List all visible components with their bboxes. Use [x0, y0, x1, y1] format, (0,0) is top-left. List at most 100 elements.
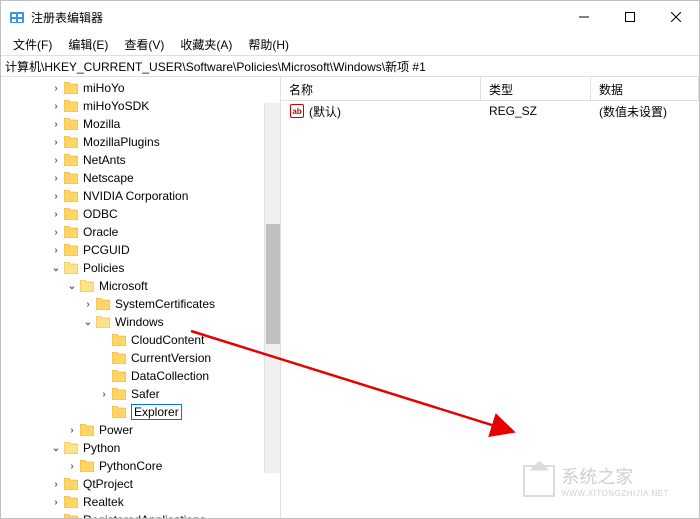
chevron-icon[interactable] [49, 101, 63, 112]
chevron-icon[interactable] [49, 245, 63, 256]
chevron-icon[interactable] [65, 281, 79, 292]
tree-item-label: Power [99, 423, 133, 437]
tree-item-explorer[interactable]: Explorer [1, 403, 280, 421]
tree-item-label: Windows [115, 315, 164, 329]
folder-icon [63, 513, 79, 518]
chevron-icon[interactable] [49, 137, 63, 148]
chevron-icon[interactable] [49, 209, 63, 220]
folder-icon [63, 225, 79, 239]
chevron-icon[interactable] [49, 479, 63, 490]
tree-item-netscape[interactable]: Netscape [1, 169, 280, 187]
tree-item-oracle[interactable]: Oracle [1, 223, 280, 241]
tree-item-netants[interactable]: NetAnts [1, 151, 280, 169]
list-row[interactable]: ab(默认)REG_SZ(数值未设置) [281, 101, 699, 121]
cell-type: REG_SZ [481, 103, 591, 119]
tree-item-label: CurrentVersion [131, 351, 211, 365]
tree-item-python[interactable]: Python [1, 439, 280, 457]
tree-item-label: Microsoft [99, 279, 148, 293]
tree-item-label: miHoYo [83, 81, 125, 95]
tree-item-label: PythonCore [99, 459, 162, 473]
folder-icon [63, 207, 79, 221]
addressbar[interactable]: 计算机\HKEY_CURRENT_USER\Software\Policies\… [1, 55, 699, 77]
tree-pane[interactable]: miHoYo miHoYoSDK MozillaMozillaPlugins NetA… [1, 77, 281, 518]
scroll-thumb[interactable] [266, 224, 280, 344]
menu-help[interactable]: 帮助(H) [240, 34, 297, 55]
addressbar-path: 计算机\HKEY_CURRENT_USER\Software\Policies\… [5, 58, 426, 75]
chevron-icon[interactable] [49, 173, 63, 184]
tree-item-pcguid[interactable]: PCGUID [1, 241, 280, 259]
header-type[interactable]: 类型 [481, 77, 591, 100]
chevron-icon[interactable] [81, 299, 95, 310]
tree-item-label: SystemCertificates [115, 297, 215, 311]
list-body[interactable]: ab(默认)REG_SZ(数值未设置) [281, 101, 699, 518]
menu-view[interactable]: 查看(V) [116, 34, 172, 55]
header-name[interactable]: 名称 [281, 77, 481, 100]
chevron-icon[interactable] [65, 461, 79, 472]
chevron-icon[interactable] [49, 119, 63, 130]
tree-item-label: miHoYoSDK [83, 99, 149, 113]
tree-item-odbc[interactable]: ODBC [1, 205, 280, 223]
titlebar: 注册表编辑器 [1, 1, 699, 33]
tree-item-cloudcontent[interactable]: CloudContent [1, 331, 280, 349]
folder-icon [63, 81, 79, 95]
folder-icon [111, 405, 127, 419]
chevron-icon[interactable] [49, 83, 63, 94]
menu-file[interactable]: 文件(F) [5, 34, 60, 55]
tree-item-realtek[interactable]: Realtek [1, 493, 280, 511]
window-title: 注册表编辑器 [31, 9, 561, 26]
tree-item-policies[interactable]: Policies [1, 259, 280, 277]
tree-item-label: Netscape [83, 171, 134, 185]
folder-icon [63, 189, 79, 203]
folder-icon [63, 171, 79, 185]
tree-item-power[interactable]: Power [1, 421, 280, 439]
chevron-icon[interactable] [49, 443, 63, 454]
tree-item-nvidia-corporation[interactable]: NVIDIA Corporation [1, 187, 280, 205]
tree-item-pythoncore[interactable]: PythonCore [1, 457, 280, 475]
window-controls [561, 1, 699, 33]
tree-item-systemcertificates[interactable]: SystemCertificates [1, 295, 280, 313]
tree-item-mihoyo[interactable]: miHoYo [1, 79, 280, 97]
tree-item-safer[interactable]: Safer [1, 385, 280, 403]
tree-item-mozilla[interactable]: Mozilla [1, 115, 280, 133]
tree-item-label: NetAnts [83, 153, 126, 167]
chevron-icon[interactable] [97, 389, 111, 400]
header-data[interactable]: 数据 [591, 77, 699, 100]
tree-item-currentversion[interactable]: CurrentVersion [1, 349, 280, 367]
menu-edit[interactable]: 编辑(E) [60, 34, 116, 55]
tree-item-label: PCGUID [83, 243, 130, 257]
folder-icon [63, 135, 79, 149]
folder-icon [79, 279, 95, 293]
chevron-icon[interactable] [49, 263, 63, 274]
minimize-button[interactable] [561, 1, 607, 33]
tree-item-qtproject[interactable]: QtProject [1, 475, 280, 493]
maximize-button[interactable] [607, 1, 653, 33]
tree-item-datacollection[interactable]: DataCollection [1, 367, 280, 385]
tree-item-registeredapplications[interactable]: RegisteredApplications [1, 511, 280, 518]
menu-favorites[interactable]: 收藏夹(A) [172, 34, 240, 55]
folder-icon [63, 117, 79, 131]
chevron-icon[interactable] [49, 191, 63, 202]
tree-item-label: Policies [83, 261, 124, 275]
tree-item-windows[interactable]: Windows [1, 313, 280, 331]
tree-item-mihoyosdk[interactable]: miHoYoSDK [1, 97, 280, 115]
tree-item-label: Explorer [131, 404, 182, 420]
tree-item-label: Oracle [83, 225, 118, 239]
tree-scrollbar[interactable] [264, 103, 280, 473]
chevron-icon[interactable] [81, 317, 95, 328]
tree-item-mozillaplugins[interactable]: MozillaPlugins [1, 133, 280, 151]
list-header: 名称 类型 数据 [281, 77, 699, 101]
cell-data: (数值未设置) [591, 102, 699, 121]
folder-icon [95, 315, 111, 329]
regedit-icon [9, 9, 25, 25]
chevron-icon[interactable] [49, 155, 63, 166]
chevron-icon[interactable] [49, 497, 63, 508]
folder-icon [63, 153, 79, 167]
close-button[interactable] [653, 1, 699, 33]
folder-icon [111, 333, 127, 347]
tree-item-label: QtProject [83, 477, 133, 491]
tree-item-label: NVIDIA Corporation [83, 189, 188, 203]
chevron-icon[interactable] [49, 227, 63, 238]
chevron-icon[interactable] [65, 425, 79, 436]
tree-item-microsoft[interactable]: Microsoft [1, 277, 280, 295]
tree-item-label: RegisteredApplications [83, 513, 206, 518]
